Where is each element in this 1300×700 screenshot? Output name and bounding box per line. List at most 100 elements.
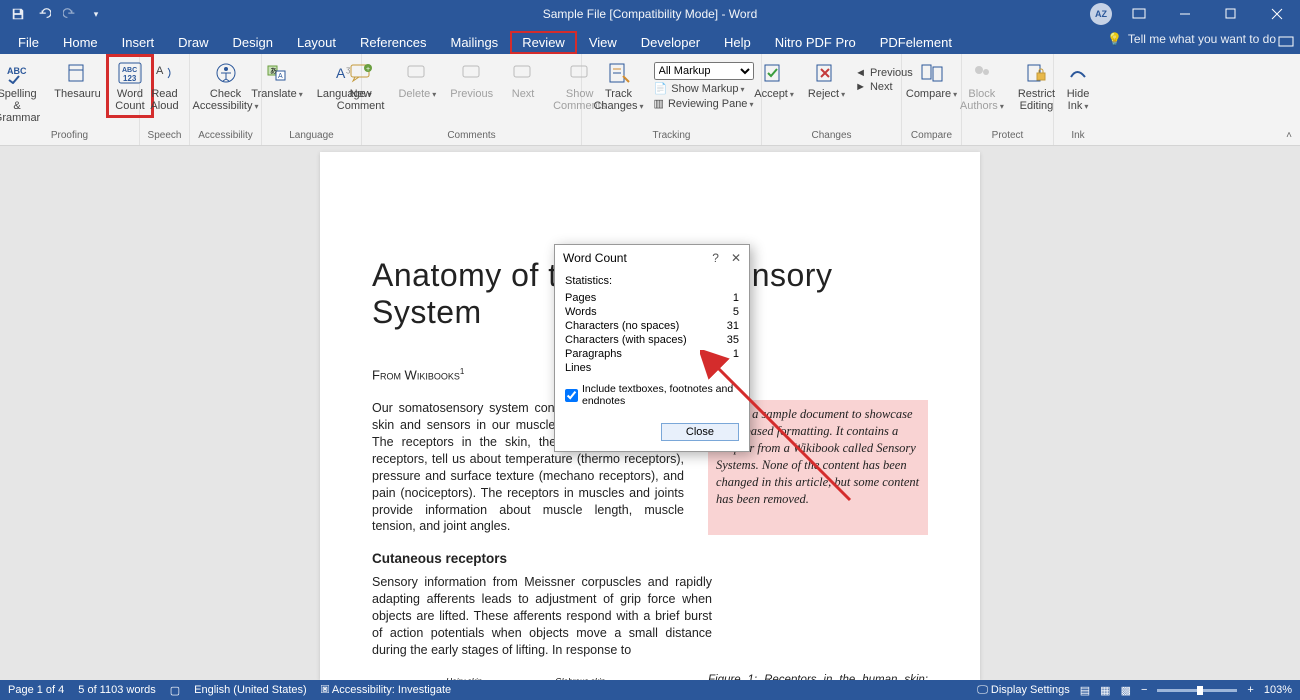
spelling-label: Spelling & Grammar [0,88,41,124]
track-changes-button[interactable]: Track Changes [589,58,647,114]
redo-icon[interactable] [62,6,78,22]
collapse-ribbon-icon[interactable]: ˄ [1286,130,1292,141]
svg-text:A: A [278,73,283,80]
compare-button[interactable]: Compare [902,58,961,102]
group-label-tracking: Tracking [653,130,691,143]
accept-button[interactable]: Accept [750,58,798,102]
spelling-grammar-button[interactable]: ABC Spelling & Grammar [0,58,45,126]
statistics-header: Statistics: [565,275,739,287]
close-button[interactable] [1254,0,1300,28]
view-web-layout-icon[interactable]: ▩ [1121,684,1131,697]
compare-label: Compare [906,88,957,100]
translate-icon: あA [264,60,290,86]
svg-text:ABC: ABC [122,67,137,74]
translate-button[interactable]: あA Translate [247,58,306,102]
user-avatar[interactable]: AZ [1090,3,1112,25]
dialog-close-action-button[interactable]: Close [661,423,739,441]
accept-icon [761,60,787,86]
tab-view[interactable]: View [577,31,629,54]
spellcheck-icon: ABC [4,60,30,86]
svg-text:あ: あ [270,67,277,75]
delete-comment-button[interactable]: Delete [394,58,440,102]
zoom-out-button[interactable]: − [1141,684,1147,696]
svg-text:123: 123 [123,74,137,83]
status-words[interactable]: 5 of 1103 words [78,684,155,696]
tab-developer[interactable]: Developer [629,31,712,54]
tab-references[interactable]: References [348,31,438,54]
maximize-button[interactable] [1208,0,1254,28]
next-comment-button[interactable]: Next [503,58,543,102]
tab-help[interactable]: Help [712,31,763,54]
zoom-slider[interactable] [1157,689,1237,692]
status-spellcheck-icon[interactable]: ▢ [170,684,180,697]
tab-layout[interactable]: Layout [285,31,348,54]
tab-home[interactable]: Home [51,31,110,54]
next-change-button[interactable]: ►Next [855,81,893,93]
stat-lines: Lines [565,361,739,375]
tab-draw[interactable]: Draw [166,31,220,54]
view-print-layout-icon[interactable]: ▦ [1100,684,1110,697]
tab-pdfelement[interactable]: PDFelement [868,31,964,54]
markup-display-select[interactable]: All Markup [654,62,754,80]
thesaurus-icon [64,60,90,86]
share-icon[interactable] [1278,35,1294,50]
status-accessibility[interactable]: 🞖 Accessibility: Investigate [321,684,451,697]
track-changes-icon [606,60,632,86]
view-read-mode-icon[interactable]: ▤ [1080,684,1090,697]
body-paragraph-2: Sensory information from Meissner corpus… [372,574,712,658]
previous-comment-icon [459,60,485,86]
display-settings-button[interactable]: 🖵 Display Settings [977,684,1070,697]
tab-nitro[interactable]: Nitro PDF Pro [763,31,868,54]
reject-icon [813,60,839,86]
save-icon[interactable] [10,6,26,22]
new-comment-button[interactable]: + New Comment [333,58,389,114]
window-title: Sample File [Compatibility Mode] - Word [543,7,758,21]
status-bar: Page 1 of 4 5 of 1103 words ▢ English (U… [0,680,1300,700]
group-ink: Hide Ink Ink [1054,54,1102,145]
tab-file[interactable]: File [6,31,51,54]
group-compare: Compare Compare [902,54,962,145]
stat-chars-space: Characters (with spaces)35 [565,333,739,347]
stat-pages: Pages1 [565,291,739,305]
dialog-close-button[interactable]: ✕ [731,251,741,265]
group-label-ink: Ink [1071,130,1084,143]
tab-insert[interactable]: Insert [110,31,167,54]
include-textboxes-checkbox[interactable] [565,389,578,402]
tab-design[interactable]: Design [221,31,285,54]
reviewing-pane-button[interactable]: ▥Reviewing Pane [654,97,754,110]
dialog-title: Word Count [563,251,627,265]
restrict-editing-icon [1023,60,1049,86]
previous-comment-button[interactable]: Previous [446,58,497,102]
show-markup-button[interactable]: 📄Show Markup [654,82,745,95]
tab-mailings[interactable]: Mailings [439,31,511,54]
thesaurus-button[interactable]: Thesauru [51,58,104,102]
ribbon: ABC Spelling & Grammar Thesauru ABC123 W… [0,54,1300,146]
tab-review[interactable]: Review [510,31,577,54]
tell-me-search[interactable]: 💡 Tell me what you want to do [1107,32,1276,46]
reviewing-pane-icon: ▥ [654,97,664,110]
status-page[interactable]: Page 1 of 4 [8,684,64,696]
undo-icon[interactable] [36,6,52,22]
svg-text:ABC: ABC [7,66,27,76]
svg-text:+: + [366,66,370,73]
stat-paragraphs: Paragraphs1 [565,347,739,361]
block-authors-button[interactable]: Block Authors [956,58,1008,114]
minimize-button[interactable] [1162,0,1208,28]
group-label-compare: Compare [911,130,952,143]
status-language[interactable]: English (United States) [194,684,307,696]
previous-change-icon: ◄ [855,67,866,79]
dialog-help-button[interactable]: ? [712,251,719,265]
ribbon-tabs: File Home Insert Draw Design Layout Refe… [0,28,1300,54]
group-label-language: Language [289,130,334,143]
zoom-level[interactable]: 103% [1264,684,1292,696]
reject-button[interactable]: Reject [804,58,849,102]
next-comment-label: Next [512,88,535,100]
group-proofing: ABC Spelling & Grammar Thesauru ABC123 W… [0,54,140,145]
zoom-in-button[interactable]: + [1247,684,1253,696]
track-changes-label: Track Changes [593,88,643,112]
hide-ink-button[interactable]: Hide Ink [1058,58,1098,114]
ribbon-display-icon[interactable] [1116,0,1162,28]
qat-customize-icon[interactable]: ▾ [88,6,104,22]
read-aloud-button[interactable]: A Read Aloud [145,58,185,114]
restrict-editing-button[interactable]: Restrict Editing [1014,58,1059,114]
